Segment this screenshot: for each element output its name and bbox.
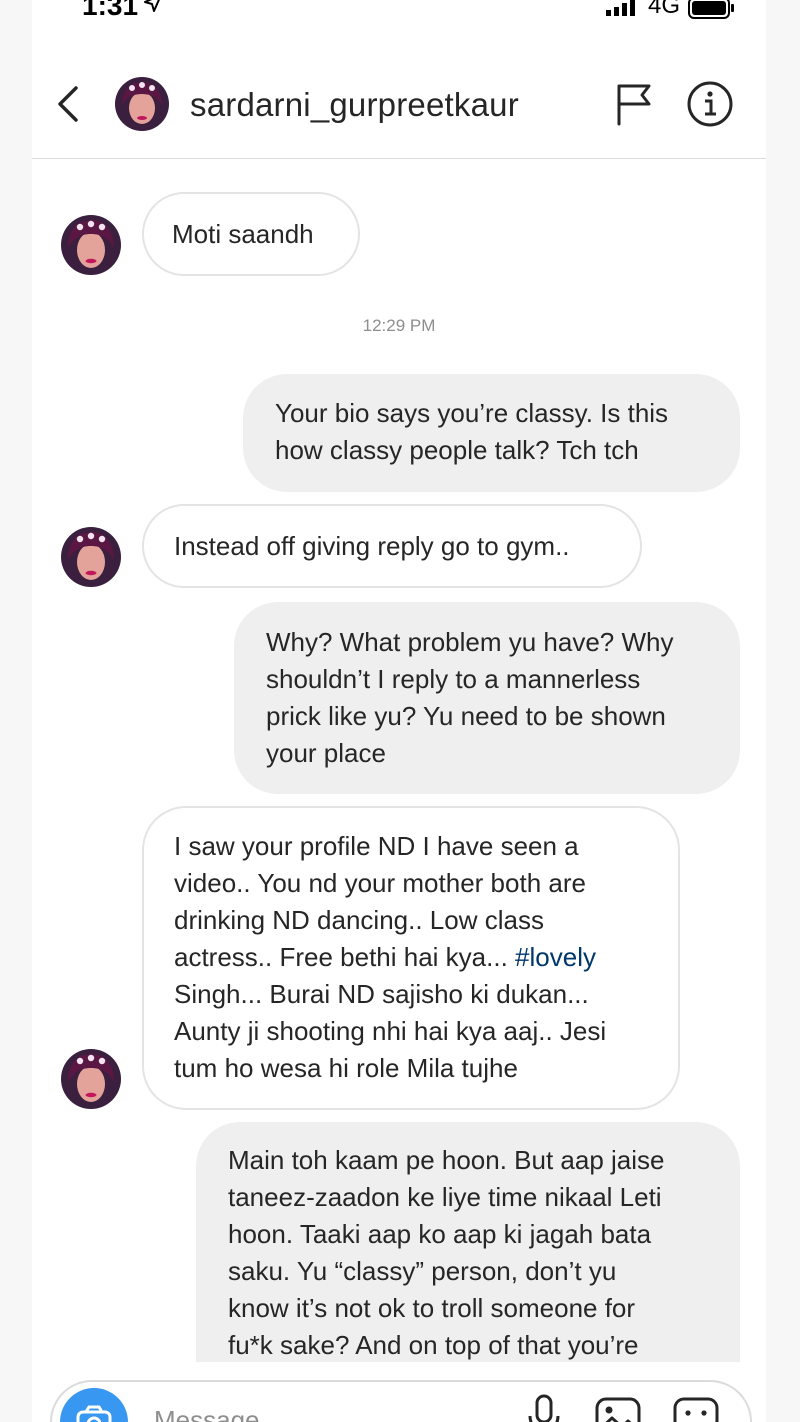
outgoing-message[interactable]: Why? What problem yu have? Why shouldn’t… (234, 602, 740, 794)
microphone-icon[interactable] (526, 1394, 562, 1422)
hashtag-link[interactable]: #lovely (515, 942, 596, 972)
message-input[interactable] (152, 1404, 496, 1422)
avatar[interactable] (60, 1048, 122, 1110)
battery-icon (688, 0, 734, 19)
message-text: Singh... Burai ND sajisho ki dukan... Au… (174, 979, 607, 1083)
avatar[interactable] (60, 526, 122, 588)
flag-icon[interactable] (615, 82, 655, 126)
message-timestamp: 12:29 PM (362, 316, 436, 335)
camera-icon (76, 1405, 112, 1422)
dm-screen: 1:31 4G sardarni_gurpreetkaur Moti saand… (32, 0, 766, 1422)
incoming-message[interactable]: Moti saandh (142, 192, 360, 276)
location-arrow-icon (144, 0, 160, 12)
status-bar: 1:31 4G (32, 0, 766, 28)
message-thread[interactable]: Moti saandh 12:29 PM Your bio says you’r… (32, 160, 766, 1362)
info-icon[interactable] (686, 80, 734, 128)
avatar[interactable] (114, 76, 170, 132)
incoming-message[interactable]: I saw your profile ND I have seen a vide… (142, 806, 680, 1110)
network-label: 4G (648, 0, 681, 19)
signal-icon (606, 0, 635, 16)
avatar[interactable] (60, 214, 122, 276)
camera-button[interactable] (60, 1388, 128, 1422)
outgoing-message[interactable]: Your bio says you’re classy. Is this how… (243, 374, 740, 492)
chat-header: sardarni_gurpreetkaur (32, 40, 766, 159)
message-composer (50, 1380, 752, 1422)
status-time: 1:31 (82, 0, 139, 21)
gallery-icon[interactable] (594, 1396, 642, 1422)
chevron-left-icon[interactable] (54, 84, 82, 124)
header-username[interactable]: sardarni_gurpreetkaur (190, 86, 519, 124)
sticker-icon[interactable] (672, 1396, 720, 1422)
incoming-message[interactable]: Instead off giving reply go to gym.. (142, 504, 642, 588)
outgoing-message[interactable]: Main toh kaam pe hoon. But aap jaise tan… (196, 1122, 740, 1362)
